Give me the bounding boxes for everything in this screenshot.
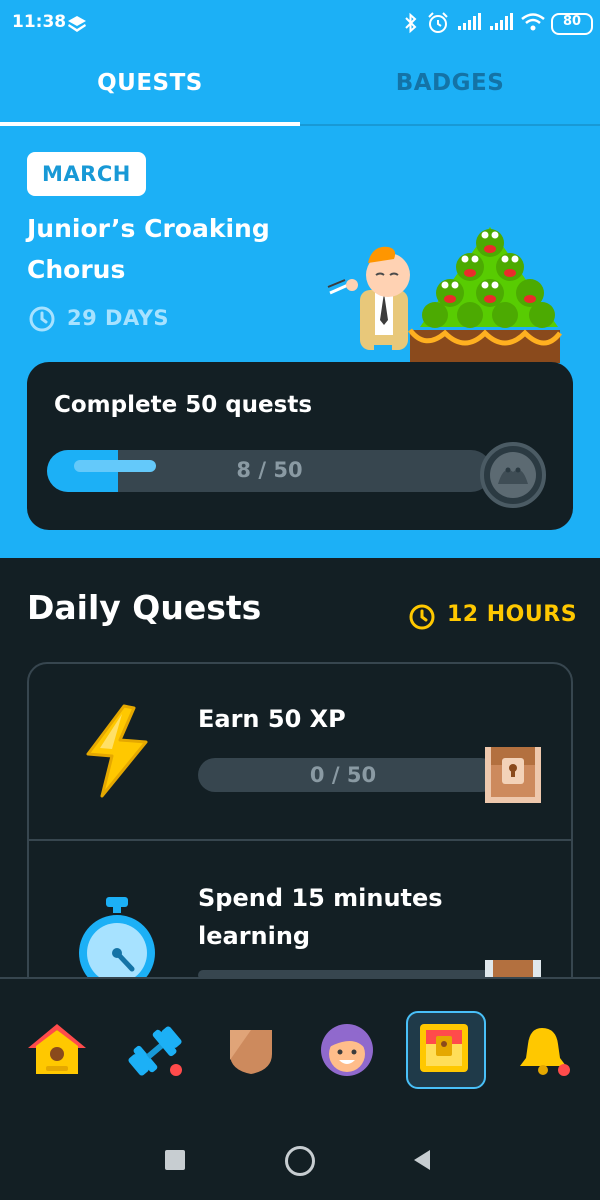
frog-choir-illustration xyxy=(327,227,562,363)
quest-title: Spend 15 minutes learning xyxy=(198,884,443,950)
quest-progress-text: 0 / 50 xyxy=(309,763,377,787)
signal-icon xyxy=(458,13,481,30)
bluetooth-icon xyxy=(405,12,417,34)
stopwatch-icon xyxy=(79,897,155,977)
monthly-progress-text: 8 / 50 xyxy=(236,458,303,482)
home-button[interactable] xyxy=(285,1146,315,1176)
clock-icon xyxy=(409,604,435,630)
avatar-icon[interactable] xyxy=(318,1022,376,1078)
daily-time-left: 12 HOURS xyxy=(447,602,578,627)
status-time: 11:38 xyxy=(12,12,67,32)
lightning-icon xyxy=(86,704,148,798)
bottom-nav xyxy=(0,977,600,1102)
tab-quests[interactable]: QUESTS xyxy=(0,70,300,96)
challenge-title: Junior’s Croaking Chorus xyxy=(27,214,270,284)
monthly-badge-icon xyxy=(480,442,546,508)
month-badge: MARCH xyxy=(27,152,146,196)
back-button[interactable] xyxy=(410,1148,434,1172)
layers-icon xyxy=(68,16,86,32)
dumbbell-icon[interactable] xyxy=(124,1024,186,1078)
daily-quests-title: Daily Quests xyxy=(27,588,262,627)
quest-divider xyxy=(29,839,571,841)
battery-level: 80 xyxy=(562,14,582,29)
bell-icon[interactable] xyxy=(516,1022,576,1078)
recent-apps-button[interactable] xyxy=(165,1150,185,1170)
treasure-chest-icon xyxy=(485,960,541,978)
shield-icon[interactable] xyxy=(226,1026,276,1076)
wifi-icon xyxy=(521,13,545,31)
birdhouse-icon[interactable] xyxy=(26,1022,88,1076)
clock-icon xyxy=(29,306,55,332)
treasure-chest-icon xyxy=(485,747,541,803)
tab-badges[interactable]: BADGES xyxy=(300,70,600,96)
days-remaining: 29 DAYS xyxy=(67,306,170,330)
signal-icon xyxy=(490,13,513,30)
alarm-icon xyxy=(428,12,448,33)
treasure-chest-icon[interactable] xyxy=(418,1022,470,1074)
monthly-goal-title: Complete 50 quests xyxy=(54,392,313,418)
quest-title: Earn 50 XP xyxy=(198,705,346,733)
